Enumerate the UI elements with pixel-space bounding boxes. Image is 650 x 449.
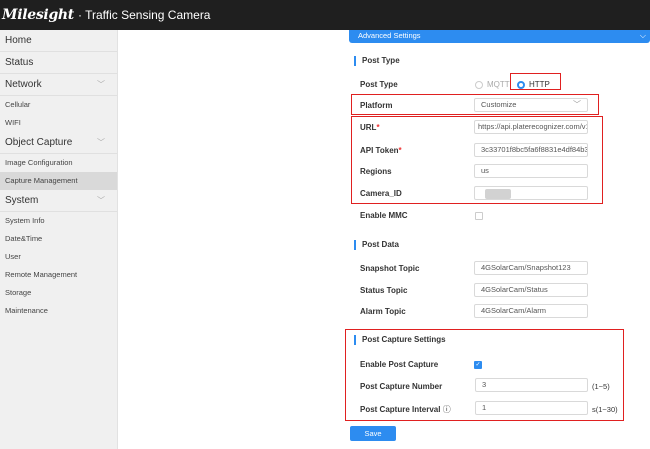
sidebar-item-storage[interactable]: Storage bbox=[0, 284, 117, 302]
sidebar-item-label: Object Capture bbox=[5, 137, 73, 148]
app-title: · Traffic Sensing Camera bbox=[77, 8, 211, 22]
sidebar-item-home[interactable]: Home bbox=[0, 30, 117, 52]
section-post-data: Post Data bbox=[354, 240, 399, 250]
highlight-box bbox=[351, 116, 603, 204]
sidebar-item-maintenance[interactable]: Maintenance bbox=[0, 302, 117, 320]
highlight-box bbox=[351, 94, 599, 115]
main-content: Advanced Settings ⌵ Post Type Post Type … bbox=[118, 30, 650, 449]
sidebar-item-image-configuration[interactable]: Image Configuration bbox=[0, 154, 117, 172]
top-bar: Milesight · Traffic Sensing Camera bbox=[0, 0, 650, 30]
alarm-topic-label: Alarm Topic bbox=[360, 307, 406, 316]
radio-mqtt[interactable] bbox=[475, 81, 483, 89]
chevron-down-icon: ⌵ bbox=[639, 31, 646, 40]
sidebar-item-network[interactable]: Network ﹀ bbox=[0, 74, 117, 96]
chevron-down-icon: ﹀ bbox=[97, 80, 105, 89]
sidebar-item-status[interactable]: Status bbox=[0, 52, 117, 74]
status-topic-label: Status Topic bbox=[360, 286, 408, 295]
sidebar-item-label: Home bbox=[5, 35, 32, 46]
chevron-down-icon: ﹀ bbox=[97, 138, 105, 147]
snapshot-topic-label: Snapshot Topic bbox=[360, 264, 420, 273]
radio-mqtt-label: MQTT bbox=[487, 80, 510, 89]
sidebar-item-system-info[interactable]: System Info bbox=[0, 212, 117, 230]
alarm-topic-field[interactable]: 4GSolarCam/Alarm bbox=[474, 304, 588, 318]
sidebar-item-label: Network bbox=[5, 79, 42, 90]
sidebar-item-remote-management[interactable]: Remote Management bbox=[0, 266, 117, 284]
status-topic-field[interactable]: 4GSolarCam/Status bbox=[474, 283, 588, 297]
sidebar-item-wifi[interactable]: WIFI bbox=[0, 114, 117, 132]
post-type-label: Post Type bbox=[360, 80, 398, 89]
enable-mmc-label: Enable MMC bbox=[360, 211, 408, 220]
advanced-settings-header[interactable]: Advanced Settings ⌵ bbox=[349, 30, 650, 43]
highlight-box bbox=[345, 329, 624, 421]
sidebar-item-date-time[interactable]: Date&Time bbox=[0, 230, 117, 248]
save-button[interactable]: Save bbox=[350, 426, 396, 441]
sidebar-item-capture-management[interactable]: Capture Management bbox=[0, 172, 117, 190]
chevron-down-icon: ﹀ bbox=[97, 196, 105, 205]
sidebar: Home Status Network ﹀ Cellular WIFI Objec… bbox=[0, 30, 118, 449]
sidebar-item-label: System bbox=[5, 195, 39, 206]
highlight-box bbox=[510, 73, 561, 90]
enable-mmc-checkbox[interactable] bbox=[475, 212, 483, 220]
snapshot-topic-field[interactable]: 4GSolarCam/Snapshot123 bbox=[474, 261, 588, 275]
section-post-type: Post Type bbox=[354, 56, 400, 66]
sidebar-item-object-capture[interactable]: Object Capture ﹀ bbox=[0, 132, 117, 154]
sidebar-item-cellular[interactable]: Cellular bbox=[0, 96, 117, 114]
sidebar-item-system[interactable]: System ﹀ bbox=[0, 190, 117, 212]
milesight-logo: Milesight bbox=[2, 7, 74, 23]
advanced-settings-label: Advanced Settings bbox=[358, 31, 421, 40]
sidebar-item-label: Status bbox=[5, 57, 34, 68]
sidebar-item-user[interactable]: User bbox=[0, 248, 117, 266]
